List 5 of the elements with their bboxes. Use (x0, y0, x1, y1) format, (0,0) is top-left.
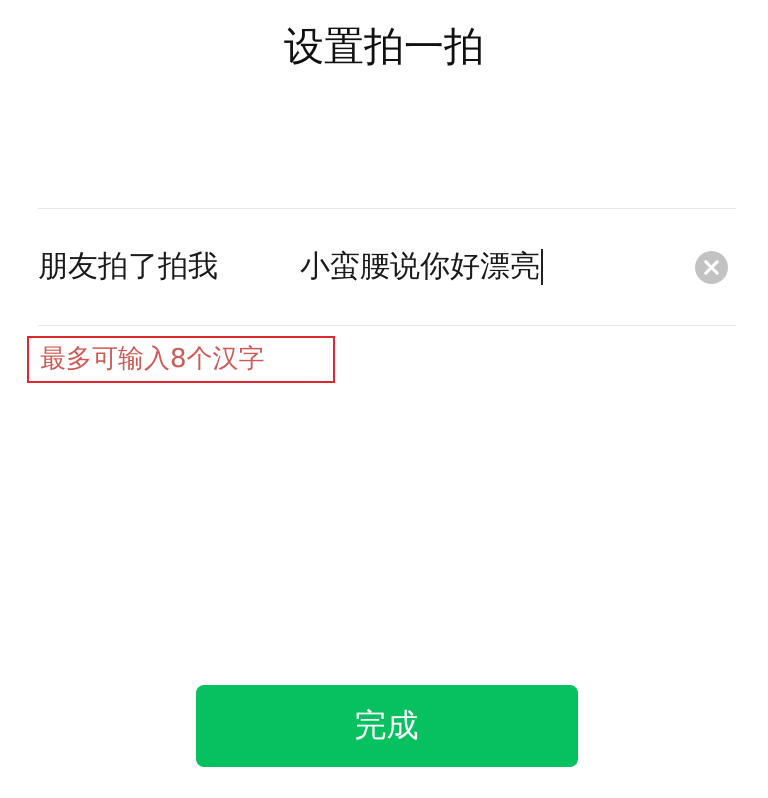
field-label: 朋友拍了拍我 (38, 248, 219, 286)
close-icon[interactable] (695, 250, 728, 284)
text-input[interactable]: 小蛮腰说你好漂亮 (300, 247, 695, 287)
hint-text: 最多可输入8个汉字 (27, 336, 335, 383)
page-title: 设置拍一拍 (283, 23, 485, 72)
